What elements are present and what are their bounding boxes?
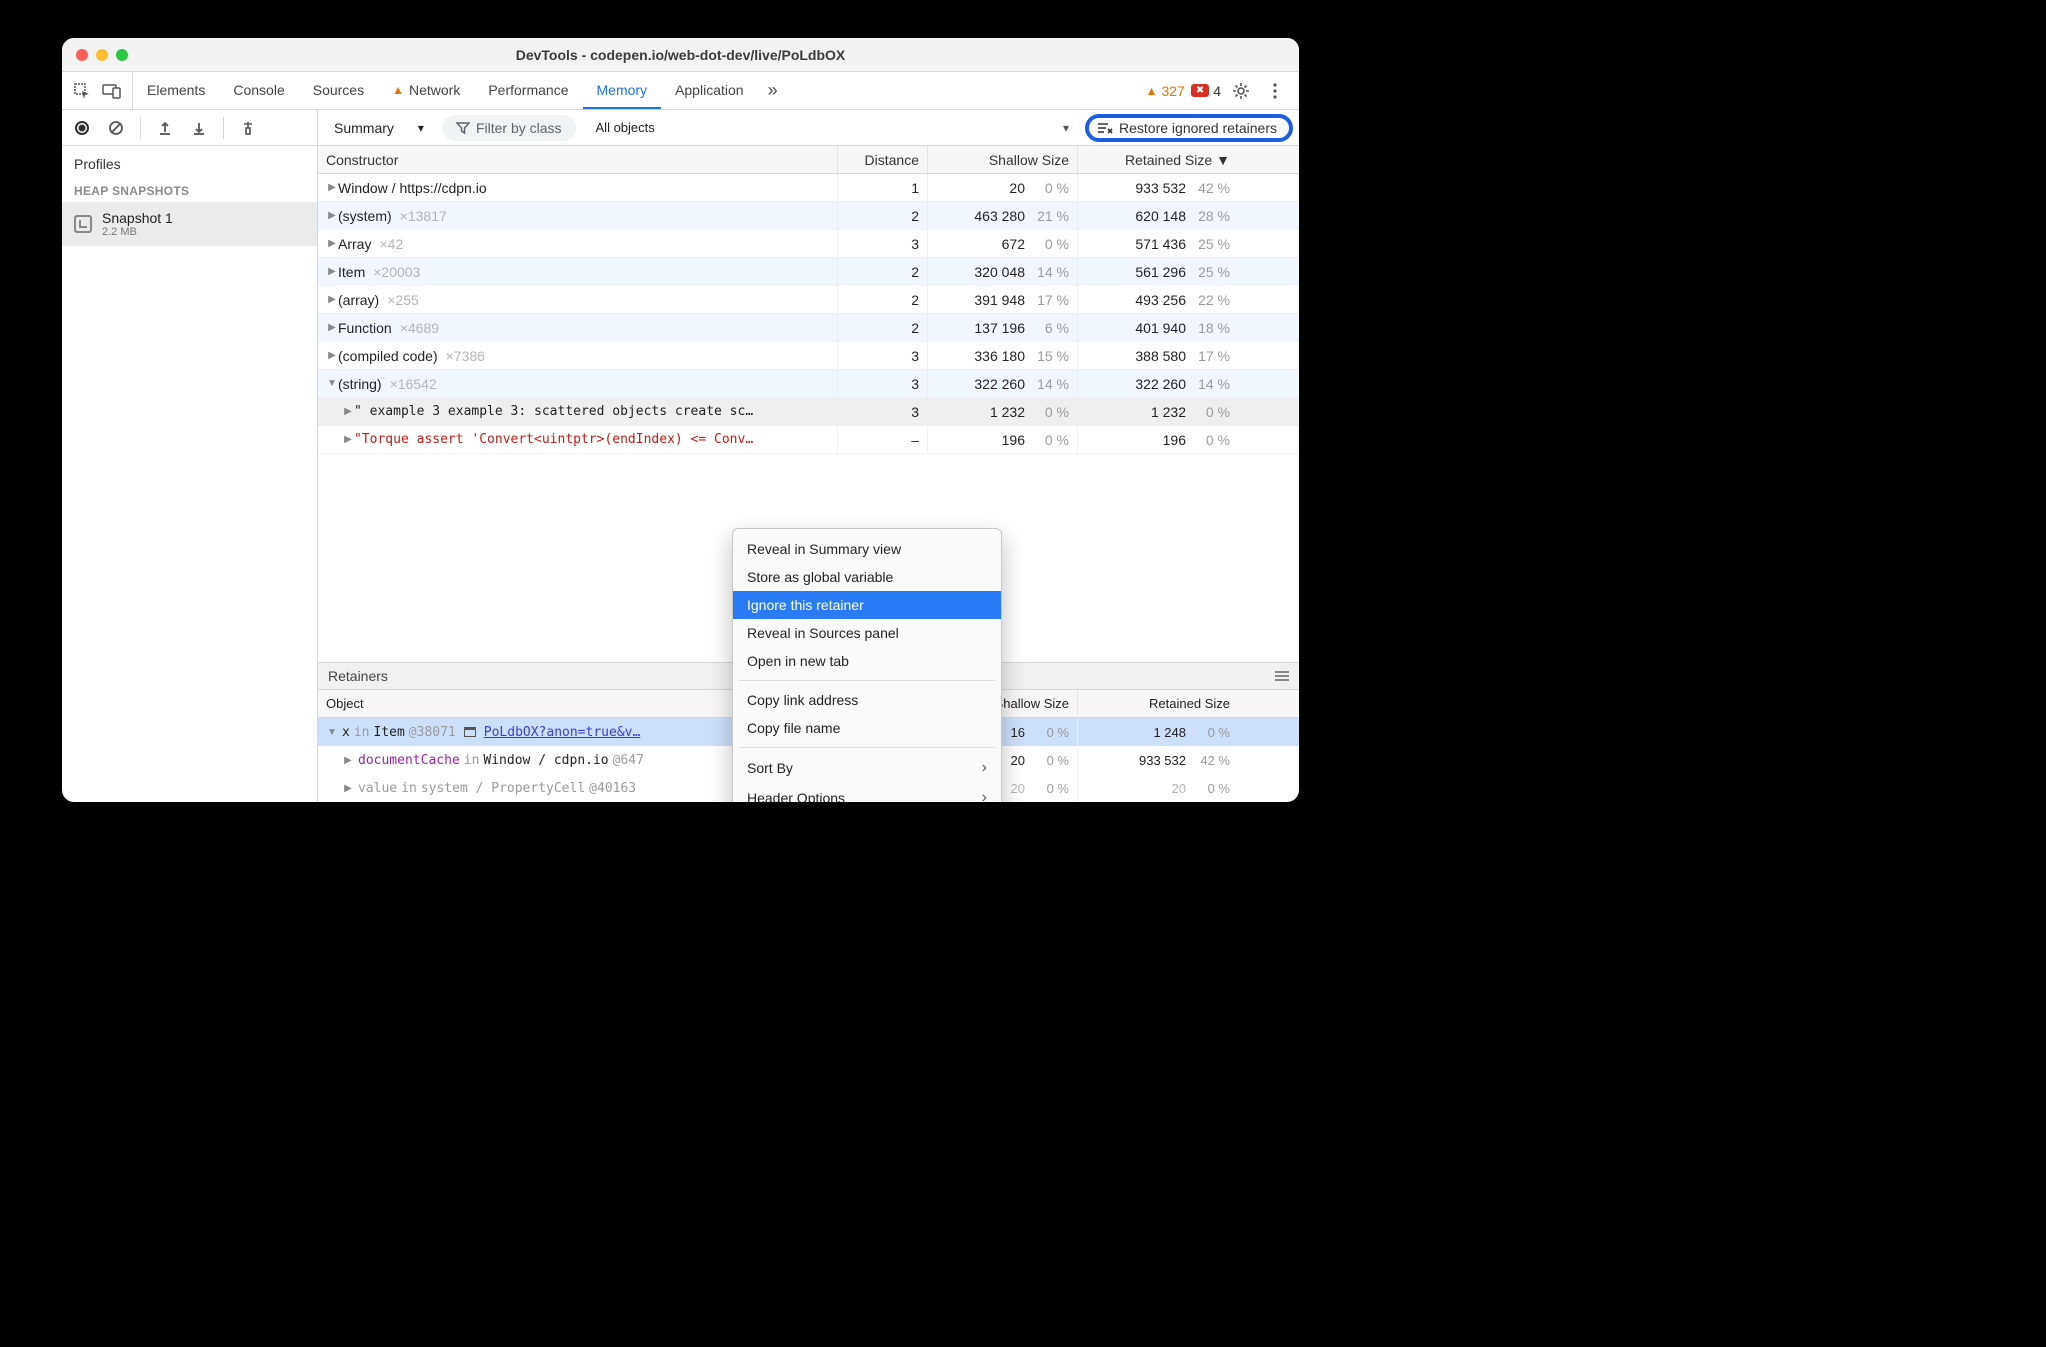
col-retained[interactable]: Retained Size — [1078, 690, 1238, 717]
titlebar: DevTools - codepen.io/web-dot-dev/live/P… — [62, 38, 1299, 72]
upload-icon[interactable] — [151, 114, 179, 142]
all-objects-dropdown[interactable]: All objects — [584, 120, 1078, 135]
filter-icon — [456, 121, 470, 135]
restore-ignored-retainers-button[interactable]: Restore ignored retainers — [1085, 114, 1293, 142]
tab-console[interactable]: Console — [219, 72, 298, 109]
ctx-copy-link[interactable]: Copy link address — [733, 686, 1001, 714]
constructors-header: Constructor Distance Shallow Size Retain… — [318, 146, 1299, 174]
ctx-store-global[interactable]: Store as global variable — [733, 563, 1001, 591]
heap-snapshots-heading: HEAP SNAPSHOTS — [62, 180, 317, 202]
collect-garbage-icon[interactable] — [234, 114, 262, 142]
snapshot-item[interactable]: Snapshot 1 2.2 MB — [62, 202, 317, 246]
profiles-heading: Profiles — [62, 146, 317, 180]
col-distance[interactable]: Distance — [838, 146, 928, 173]
tab-performance[interactable]: Performance — [474, 72, 582, 109]
disclosure-icon[interactable]: ▶ — [326, 322, 338, 333]
tab-application[interactable]: Application — [661, 72, 758, 109]
snapshot-size: 2.2 MB — [102, 226, 173, 238]
disclosure-icon[interactable]: ▶ — [342, 434, 354, 445]
all-objects-label: All objects — [596, 120, 655, 135]
warnings-number: 327 — [1161, 83, 1184, 99]
script-icon — [464, 727, 476, 737]
col-shallow[interactable]: Shallow Size — [928, 146, 1078, 173]
retainers-label: Retainers — [328, 668, 388, 684]
disclosure-icon[interactable]: ▶ — [342, 783, 354, 794]
tab-network[interactable]: Network — [378, 72, 474, 109]
snapshot-icon — [74, 215, 92, 233]
ctx-separator — [739, 747, 995, 748]
table-row[interactable]: ▶"Torque assert 'Convert<uintptr>(endInd… — [318, 426, 1299, 454]
divider — [140, 117, 141, 139]
disclosure-icon[interactable]: ▶ — [326, 294, 338, 305]
minimize-window-button[interactable] — [96, 49, 108, 61]
table-row[interactable]: ▼(string)×16542 3 322 26014 % 322 26014 … — [318, 370, 1299, 398]
sidebar-column: Profiles HEAP SNAPSHOTS Snapshot 1 2.2 M… — [62, 110, 318, 802]
disclosure-icon[interactable]: ▶ — [326, 266, 338, 277]
table-row[interactable]: ▶(array)×255 2 391 94817 % 493 25622 % — [318, 286, 1299, 314]
body-area: Profiles HEAP SNAPSHOTS Snapshot 1 2.2 M… — [62, 110, 1299, 802]
disclosure-icon[interactable]: ▼ — [326, 727, 338, 738]
ctx-separator — [739, 680, 995, 681]
filter-placeholder: Filter by class — [476, 120, 562, 136]
col-retained[interactable]: Retained Size▼ — [1078, 146, 1238, 173]
context-menu: Reveal in Summary view Store as global v… — [732, 528, 1002, 802]
kebab-menu-icon[interactable] — [1261, 77, 1289, 105]
ctx-reveal-summary[interactable]: Reveal in Summary view — [733, 535, 1001, 563]
panel-tabs: Elements Console Sources Network Perform… — [133, 72, 1136, 109]
clear-icon[interactable] — [102, 114, 130, 142]
summary-dropdown[interactable]: Summary — [324, 116, 434, 140]
profile-toolbar — [62, 110, 317, 146]
table-row[interactable]: ▶" example 3 example 3: scattered object… — [318, 398, 1299, 426]
errors-badge-icon[interactable] — [1191, 84, 1209, 97]
download-icon[interactable] — [185, 114, 213, 142]
ctx-copy-filename[interactable]: Copy file name — [733, 714, 1001, 742]
table-row[interactable]: ▶Item×20003 2 320 04814 % 561 29625 % — [318, 258, 1299, 286]
restore-label: Restore ignored retainers — [1119, 120, 1277, 136]
tab-memory[interactable]: Memory — [583, 72, 662, 109]
zoom-window-button[interactable] — [116, 49, 128, 61]
tab-sources[interactable]: Sources — [299, 72, 378, 109]
warnings-count[interactable]: 327 — [1146, 83, 1185, 99]
table-row[interactable]: ▶Array×42 3 6720 % 571 43625 % — [318, 230, 1299, 258]
ctx-reveal-sources[interactable]: Reveal in Sources panel — [733, 619, 1001, 647]
device-toolbar-icon[interactable] — [98, 77, 126, 105]
col-constructor[interactable]: Constructor — [318, 146, 838, 173]
disclosure-icon[interactable]: ▶ — [326, 182, 338, 193]
divider — [223, 117, 224, 139]
disclosure-icon[interactable]: ▶ — [326, 238, 338, 249]
gear-icon[interactable] — [1227, 77, 1255, 105]
sort-desc-icon: ▼ — [1216, 152, 1230, 168]
window-title: DevTools - codepen.io/web-dot-dev/live/P… — [62, 47, 1299, 63]
filter-input[interactable]: Filter by class — [442, 115, 576, 141]
summary-label: Summary — [334, 120, 394, 136]
ctx-open-new-tab[interactable]: Open in new tab — [733, 647, 1001, 675]
inspect-element-icon[interactable] — [68, 77, 96, 105]
record-icon[interactable] — [68, 114, 96, 142]
ctx-ignore-retainer[interactable]: Ignore this retainer — [733, 591, 1001, 619]
disclosure-icon[interactable]: ▶ — [326, 350, 338, 361]
retainers-menu-icon[interactable] — [1275, 671, 1289, 681]
errors-number: 4 — [1213, 83, 1221, 99]
table-row[interactable]: ▶Window / https://cdpn.io 1 200 % 933 53… — [318, 174, 1299, 202]
heap-toolbar: Summary Filter by class All objects Rest… — [318, 110, 1299, 146]
tab-network-label: Network — [409, 82, 460, 98]
snapshot-name: Snapshot 1 — [102, 210, 173, 226]
table-row[interactable]: ▶Function×4689 2 137 1966 % 401 94018 % — [318, 314, 1299, 342]
table-row[interactable]: ▶(compiled code)×7386 3 336 18015 % 388 … — [318, 342, 1299, 370]
close-window-button[interactable] — [76, 49, 88, 61]
disclosure-icon[interactable]: ▶ — [342, 406, 354, 417]
ctx-header-options[interactable]: Header Options — [733, 783, 1001, 802]
disclosure-icon[interactable]: ▼ — [326, 378, 338, 389]
restore-icon — [1097, 121, 1113, 135]
tab-elements[interactable]: Elements — [133, 72, 219, 109]
more-tabs-icon[interactable]: » — [758, 80, 788, 101]
disclosure-icon[interactable]: ▶ — [326, 210, 338, 221]
devtools-window: DevTools - codepen.io/web-dot-dev/live/P… — [62, 38, 1299, 802]
disclosure-icon[interactable]: ▶ — [342, 755, 354, 766]
source-link[interactable]: PoLdbOX?anon=true&v… — [484, 725, 641, 740]
table-row[interactable]: ▶(system)×13817 2 463 28021 % 620 14828 … — [318, 202, 1299, 230]
ctx-sort-by[interactable]: Sort By — [733, 753, 1001, 783]
traffic-lights — [76, 49, 128, 61]
panel-toolbar: Elements Console Sources Network Perform… — [62, 72, 1299, 110]
